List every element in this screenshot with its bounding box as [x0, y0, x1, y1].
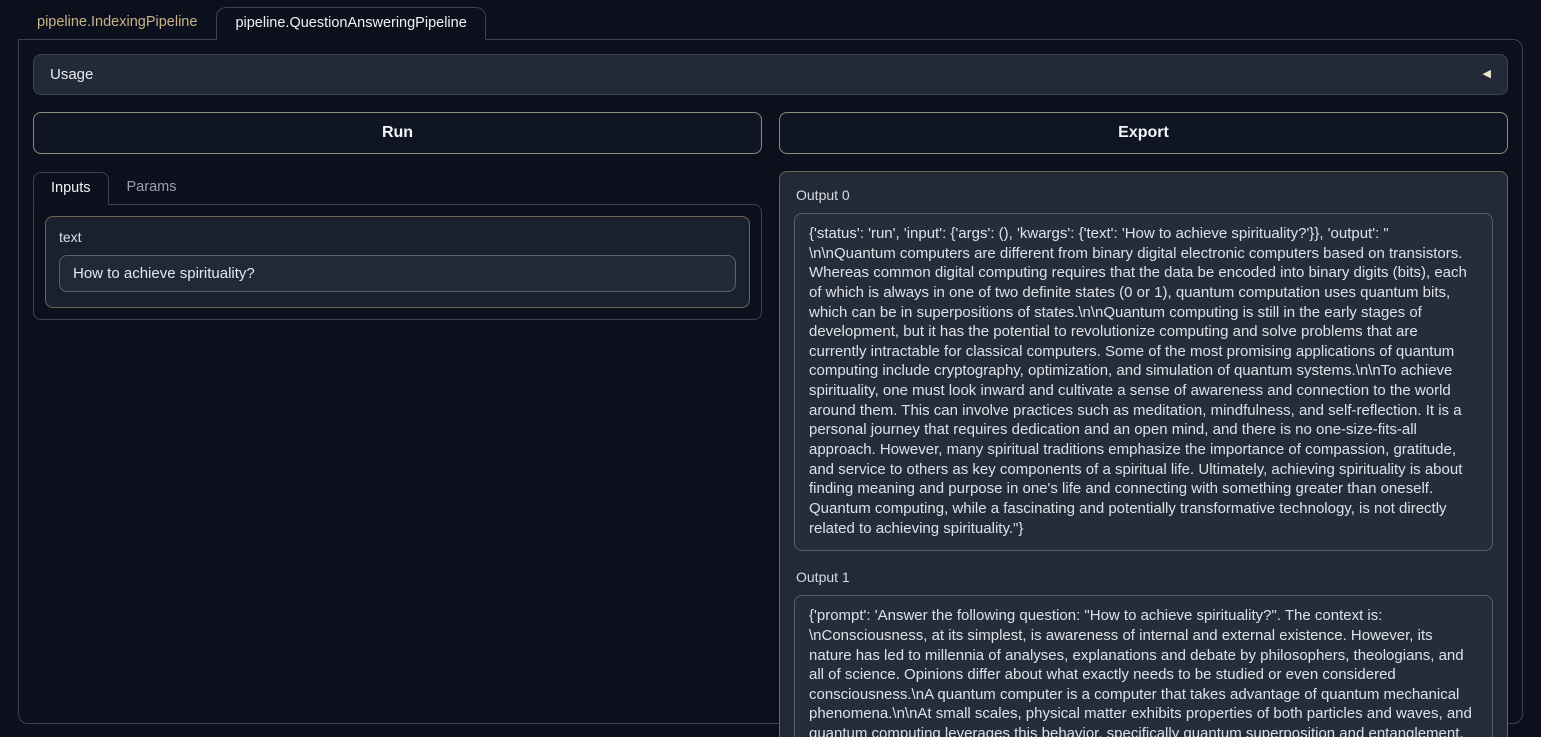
output-0-label: Output 0 — [796, 187, 1493, 203]
pipeline-tab-content: Usage ◀ Run Inputs Params text Export Ou… — [18, 39, 1523, 724]
text-input[interactable] — [59, 255, 736, 292]
right-column: Export Output 0 {'status': 'run', 'input… — [779, 112, 1508, 737]
run-button[interactable]: Run — [33, 112, 762, 154]
tab-params[interactable]: Params — [109, 171, 195, 204]
tab-inputs[interactable]: Inputs — [33, 172, 109, 205]
export-button[interactable]: Export — [779, 112, 1508, 154]
outputs-panel: Output 0 {'status': 'run', 'input': {'ar… — [779, 171, 1508, 737]
output-1-label: Output 1 — [796, 569, 1493, 585]
usage-accordion[interactable]: Usage ◀ — [33, 54, 1508, 95]
output-0-textbox[interactable]: {'status': 'run', 'input': {'args': (), … — [794, 213, 1493, 551]
accordion-collapse-icon[interactable]: ◀ — [1483, 69, 1491, 80]
text-input-group: text — [45, 216, 750, 308]
tab-question-answering-pipeline[interactable]: pipeline.QuestionAnsweringPipeline — [216, 7, 485, 40]
inputs-params-tab-bar: Inputs Params — [33, 171, 762, 204]
tab-indexing-pipeline[interactable]: pipeline.IndexingPipeline — [18, 6, 216, 39]
text-field-label: text — [59, 229, 736, 245]
content-columns: Run Inputs Params text Export Output 0 {… — [33, 112, 1508, 737]
left-column: Run Inputs Params text — [33, 112, 762, 320]
usage-accordion-label: Usage — [50, 66, 93, 83]
inputs-tab-content: text — [33, 204, 762, 320]
pipeline-tab-bar: pipeline.IndexingPipeline pipeline.Quest… — [18, 8, 1523, 39]
output-1-textbox[interactable]: {'prompt': 'Answer the following questio… — [794, 595, 1493, 737]
